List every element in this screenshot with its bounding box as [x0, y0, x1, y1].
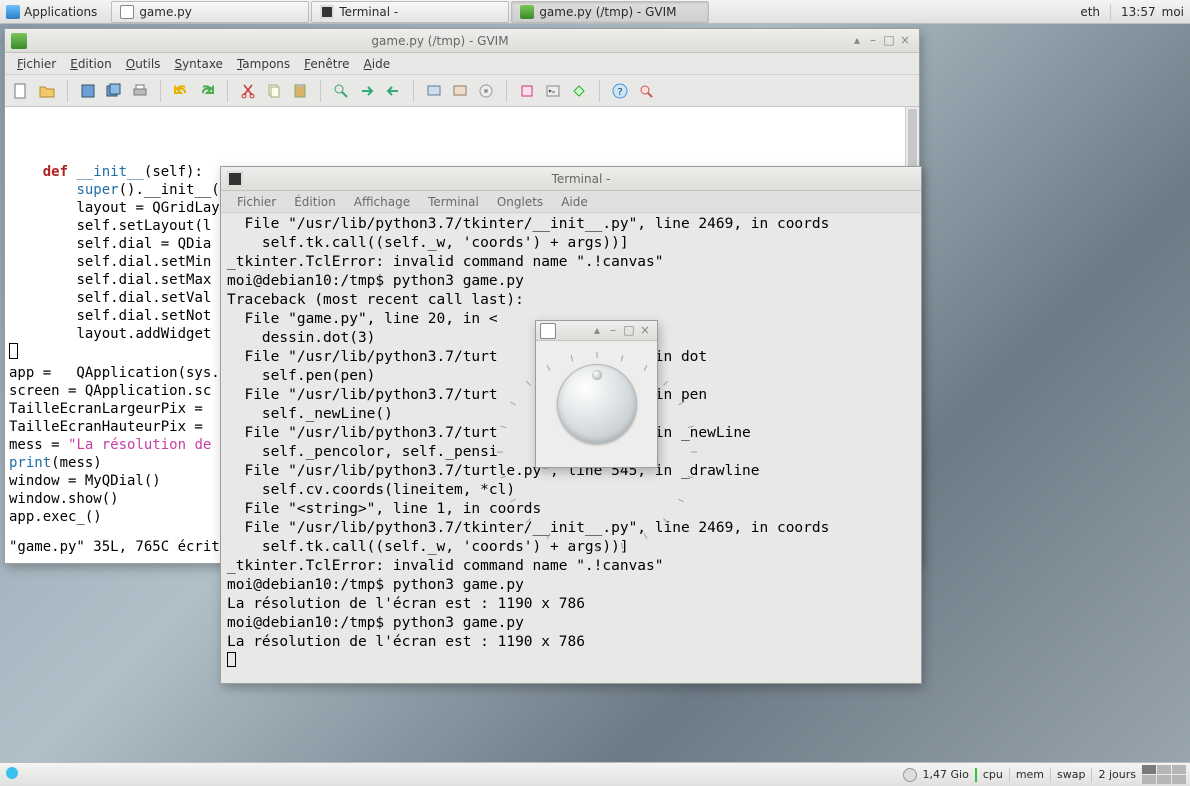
- qdial-knob[interactable]: [549, 356, 645, 452]
- gvim-app-icon: [11, 33, 27, 49]
- menu-terminal[interactable]: Terminal: [420, 193, 487, 211]
- gvim-status-file: "game.py" 35L, 765C écrit: [9, 539, 220, 555]
- task-label: game.py (/tmp) - GVIM: [539, 5, 676, 19]
- paste-icon[interactable]: [288, 79, 312, 103]
- qdial-titlebar[interactable]: ▴ – □ ×: [536, 321, 657, 341]
- run-script-icon[interactable]: [474, 79, 498, 103]
- cpu-label: cpu: [983, 768, 1003, 781]
- maximize-button[interactable]: □: [621, 323, 637, 339]
- qdial-window: ▴ – □ ×: [535, 320, 658, 468]
- close-button[interactable]: ×: [897, 33, 913, 49]
- make-icon[interactable]: [515, 79, 539, 103]
- menu-edition[interactable]: Edition: [64, 55, 118, 73]
- task-button[interactable]: game.py: [111, 1, 309, 23]
- gvim-title: game.py (/tmp) - GVIM: [31, 34, 849, 48]
- gvim-toolbar: ?: [5, 75, 919, 107]
- terminal-menubar: FichierÉditionAffichageTerminalOngletsAi…: [221, 191, 921, 213]
- user-label: moi: [1162, 5, 1184, 19]
- copy-icon[interactable]: [262, 79, 286, 103]
- minimize-button[interactable]: –: [605, 323, 621, 339]
- terminal-app-icon: [227, 171, 243, 187]
- workspace-pager[interactable]: [1142, 765, 1186, 784]
- terminal-titlebar[interactable]: Terminal -: [221, 167, 921, 191]
- disk-icon: [903, 768, 917, 782]
- find-replace-icon[interactable]: [329, 79, 353, 103]
- uptime-label: 2 jours: [1098, 768, 1136, 781]
- task-label: game.py: [139, 5, 192, 19]
- show-desktop-button[interactable]: [4, 765, 20, 784]
- vim-icon: [520, 5, 534, 19]
- bottom-panel: 1,47 Gio cpu mem swap 2 jours: [0, 762, 1190, 786]
- menu-aide[interactable]: Aide: [553, 193, 596, 211]
- menu-affichage[interactable]: Affichage: [346, 193, 418, 211]
- menu-aide[interactable]: Aide: [358, 55, 397, 73]
- qdial-area: [536, 341, 657, 467]
- print-icon[interactable]: [128, 79, 152, 103]
- applications-icon: [6, 5, 20, 19]
- mem-label: mem: [1016, 768, 1044, 781]
- find-next-icon[interactable]: [355, 79, 379, 103]
- qdial-app-icon: [540, 323, 556, 339]
- clock[interactable]: 13:57: [1121, 5, 1156, 19]
- term-icon: [320, 5, 334, 19]
- cursor: [9, 343, 18, 359]
- terminal-title: Terminal -: [247, 172, 915, 186]
- close-button[interactable]: ×: [637, 323, 653, 339]
- session-save-icon[interactable]: [448, 79, 472, 103]
- task-button[interactable]: Terminal -: [311, 1, 509, 23]
- maximize-button[interactable]: □: [881, 33, 897, 49]
- shade-button[interactable]: ▴: [589, 323, 605, 339]
- session-load-icon[interactable]: [422, 79, 446, 103]
- menu-fichier[interactable]: Fichier: [11, 55, 62, 73]
- disk-usage-label: 1,47 Gio: [923, 768, 969, 781]
- file-icon: [120, 5, 134, 19]
- help-icon[interactable]: ?: [608, 79, 632, 103]
- menu-édition[interactable]: Édition: [286, 193, 344, 211]
- top-panel: Applications game.py Terminal - game.py (/…: [0, 0, 1190, 24]
- menu-onglets[interactable]: Onglets: [489, 193, 551, 211]
- gvim-titlebar[interactable]: game.py (/tmp) - GVIM ▴ – □ ×: [5, 29, 919, 53]
- open-file-icon[interactable]: [35, 79, 59, 103]
- save-icon[interactable]: [76, 79, 100, 103]
- menu-tampons[interactable]: Tampons: [231, 55, 296, 73]
- menu-syntaxe[interactable]: Syntaxe: [168, 55, 229, 73]
- saveall-icon[interactable]: [102, 79, 126, 103]
- undo-icon[interactable]: [169, 79, 193, 103]
- task-label: Terminal -: [339, 5, 398, 19]
- task-button[interactable]: game.py (/tmp) - GVIM: [511, 1, 709, 23]
- search-help-icon[interactable]: [634, 79, 658, 103]
- task-list: game.py Terminal - game.py (/tmp) - GVIM: [111, 1, 1074, 23]
- menu-outils[interactable]: Outils: [120, 55, 167, 73]
- gvim-menubar: FichierEditionOutilsSyntaxeTamponsFenêtr…: [5, 53, 919, 75]
- swap-label: swap: [1057, 768, 1085, 781]
- svg-text:?: ?: [617, 87, 622, 98]
- applications-menu[interactable]: Applications: [0, 5, 103, 19]
- cut-icon[interactable]: [236, 79, 260, 103]
- system-tray: eth 13:57 moi: [1074, 4, 1190, 20]
- applications-label: Applications: [24, 5, 97, 19]
- minimize-button[interactable]: –: [865, 33, 881, 49]
- shade-button[interactable]: ▴: [849, 33, 865, 49]
- netif-label: eth: [1080, 5, 1100, 19]
- qdial-indicator-icon: [592, 370, 602, 380]
- tags-icon[interactable]: [567, 79, 591, 103]
- menu-fichier[interactable]: Fichier: [229, 193, 284, 211]
- shell-icon[interactable]: [541, 79, 565, 103]
- new-file-icon[interactable]: [9, 79, 33, 103]
- find-prev-icon[interactable]: [381, 79, 405, 103]
- redo-icon[interactable]: [195, 79, 219, 103]
- menu-fenêtre[interactable]: Fenêtre: [298, 55, 355, 73]
- terminal-cursor: [227, 652, 236, 667]
